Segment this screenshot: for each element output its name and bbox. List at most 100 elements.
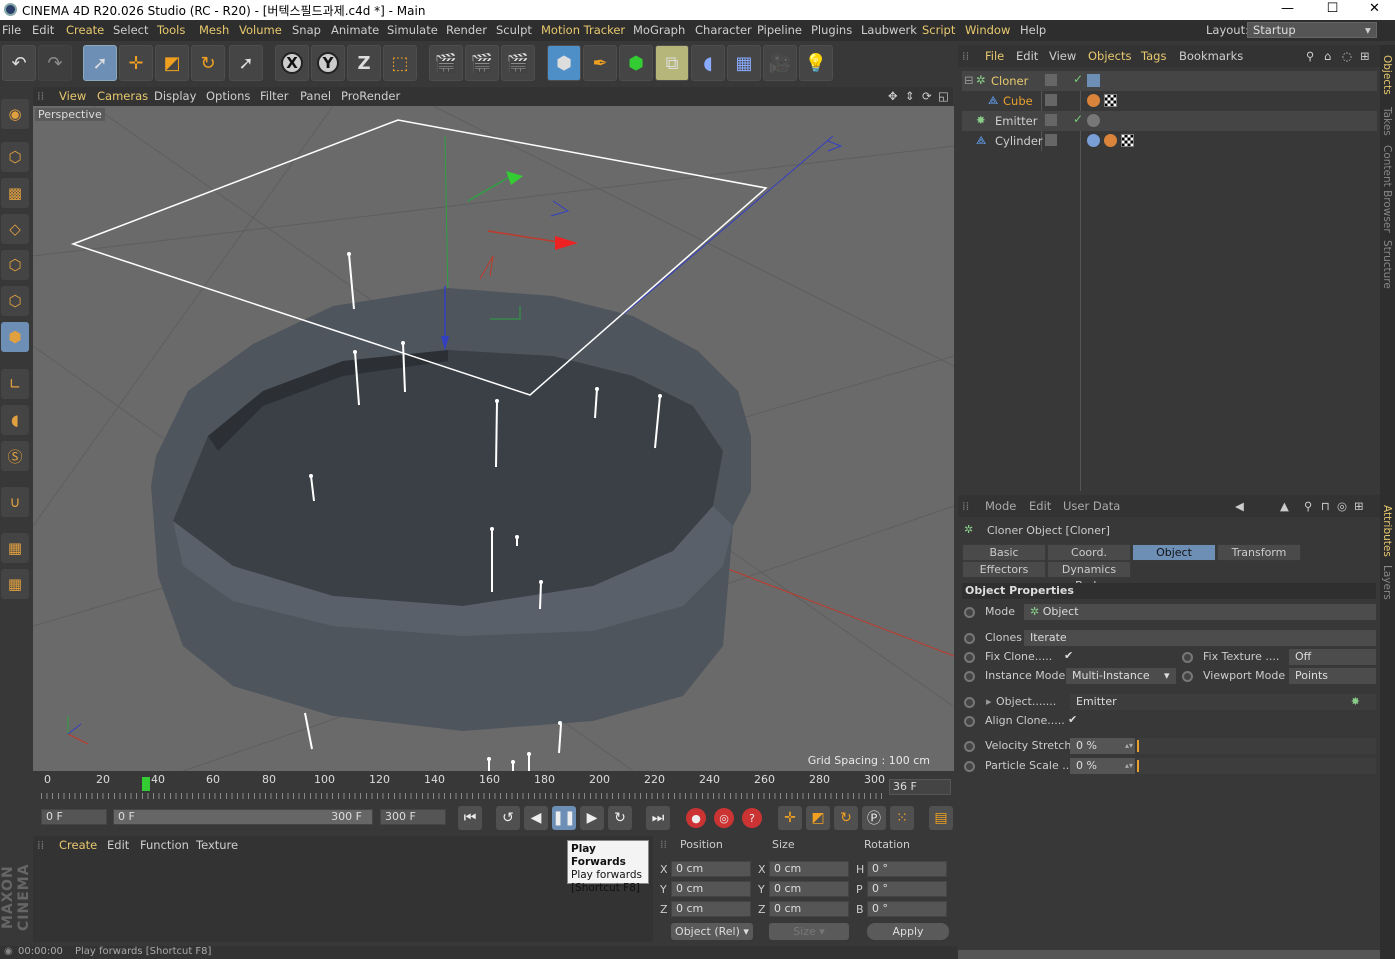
frame-range-slider[interactable]: 0 F 300 F [113, 809, 373, 825]
back-arrow-icon[interactable]: ◀ [1235, 499, 1244, 513]
fix-texture-select[interactable]: Off [1289, 649, 1376, 665]
material-tag-icon[interactable] [1087, 94, 1100, 107]
object-name[interactable]: Cylinder [995, 134, 1043, 148]
subdivision-surface-button[interactable]: ⬢ [619, 45, 653, 81]
snap-button[interactable]: ∪ [1, 487, 29, 517]
material-menu-function[interactable]: Function [140, 838, 189, 852]
attr-menu-mode[interactable]: Mode [985, 499, 1016, 513]
lock-icon[interactable]: ⊓ [1321, 499, 1330, 513]
go-to-end-button[interactable]: ⏭ [646, 806, 670, 830]
object-name[interactable]: Cloner [991, 74, 1028, 88]
rotation-key-button[interactable]: ↻ [834, 806, 858, 830]
tweak-mode-button[interactable]: ◖ [1, 405, 29, 435]
points-mode-button[interactable]: ⬡ [1, 250, 29, 280]
tab-effectors[interactable]: Effectors [962, 561, 1046, 578]
light-button[interactable]: 💡 [799, 45, 833, 81]
expand-arrow-icon[interactable]: ▸ [986, 695, 992, 708]
polygons-mode-button[interactable]: ⬢ [1, 322, 29, 352]
object-name[interactable]: Cube [1003, 94, 1033, 108]
filter-icon[interactable]: ◌ [1342, 49, 1352, 63]
coordinate-mode-select[interactable]: Object (Rel) ▾ [671, 923, 753, 940]
menu-tools[interactable]: Tools [157, 23, 185, 37]
search-icon[interactable]: ⚲ [1306, 49, 1314, 63]
fix-texture-animate-radio[interactable] [1182, 652, 1193, 663]
object-row-cylinder[interactable]: ⟁ Cylinder [962, 131, 1377, 151]
up-arrow-icon[interactable]: ▲ [1280, 499, 1289, 513]
tab-transform[interactable]: Transform [1217, 544, 1301, 561]
render-view-button[interactable]: 🎬 [429, 45, 463, 81]
slider-handle[interactable] [1137, 760, 1139, 772]
viewport-move-icon[interactable]: ✥ [888, 89, 898, 103]
velocity-stretch-slider[interactable] [1137, 738, 1376, 754]
axis-mode-button[interactable]: ∟ [1, 369, 29, 399]
particle-scale-slider[interactable] [1137, 758, 1376, 774]
position-key-button[interactable]: ✛ [778, 806, 802, 830]
camera-button[interactable]: 🎥 [763, 45, 797, 81]
clones-select[interactable]: Iterate [1024, 630, 1376, 646]
menu-sculpt[interactable]: Sculpt [496, 23, 532, 37]
visibility-check-icon[interactable]: ✓ [1073, 112, 1083, 126]
object-menu-bookmarks[interactable]: Bookmarks [1179, 49, 1243, 63]
x-axis-lock-button[interactable]: X [275, 45, 309, 81]
move-tool-button[interactable]: ✛ [119, 45, 153, 81]
particle-scale-field[interactable]: 0 % ▴▾ [1070, 758, 1135, 774]
menu-create[interactable]: Create [66, 23, 104, 37]
velocity-stretch-field[interactable]: 0 % ▴▾ [1070, 738, 1135, 754]
horizontal-scrollbar[interactable] [958, 950, 1380, 959]
apply-button[interactable]: Apply [867, 923, 949, 940]
spline-pen-button[interactable]: ✒ [583, 45, 617, 81]
edges-mode-button[interactable]: ⬡ [1, 286, 29, 316]
current-frame-field[interactable]: 36 F [889, 779, 951, 795]
menu-edit[interactable]: Edit [32, 23, 54, 37]
scale-key-button[interactable]: ◩ [806, 806, 830, 830]
menu-window[interactable]: Window [965, 23, 1010, 37]
viewport-menu-display[interactable]: Display [154, 89, 196, 103]
pos-x-field[interactable]: 0 cm [671, 861, 751, 877]
texture-mode-button[interactable]: ▩ [1, 178, 29, 208]
material-list-area[interactable] [33, 854, 653, 942]
align-clone-animate-radio[interactable] [964, 716, 975, 727]
size-mode-select[interactable]: Size ▾ [769, 923, 849, 940]
menu-snap[interactable]: Snap [292, 23, 321, 37]
previous-frame-button[interactable]: ◀ [524, 806, 548, 830]
tag-icon[interactable] [1087, 114, 1100, 127]
menu-file[interactable]: File [2, 23, 21, 37]
side-tab-structure[interactable]: Structure [1381, 240, 1393, 289]
viewport-menu-prorender[interactable]: ProRender [341, 89, 400, 103]
side-tab-takes[interactable]: Takes [1381, 107, 1393, 136]
object-menu-tags[interactable]: Tags [1141, 49, 1166, 63]
menu-pipeline[interactable]: Pipeline [757, 23, 802, 37]
minimize-button[interactable]: — [1265, 0, 1310, 20]
menu-help[interactable]: Help [1020, 23, 1046, 37]
texture-tag-icon[interactable] [1121, 134, 1134, 147]
viewport-menu-filter[interactable]: Filter [260, 89, 288, 103]
move-gizmo[interactable] [441, 140, 843, 351]
mode-animate-radio[interactable] [964, 607, 975, 618]
attr-menu-edit[interactable]: Edit [1029, 499, 1051, 513]
menu-simulate[interactable]: Simulate [387, 23, 438, 37]
timeline-ruler[interactable]: 0 20 40 60 80 100 120 140 160 180 200 22… [33, 771, 954, 803]
side-tab-content-browser[interactable]: Content Browser [1381, 145, 1393, 233]
y-axis-lock-button[interactable]: Y [311, 45, 345, 81]
menu-animate[interactable]: Animate [331, 23, 379, 37]
perspective-viewport[interactable]: Perspective Grid Spacing : 100 cm [33, 106, 954, 771]
viewport-menu-options[interactable]: Options [206, 89, 250, 103]
align-clone-checkbox[interactable]: ✔ [1068, 713, 1077, 726]
layer-swatch[interactable] [1045, 94, 1057, 106]
menu-select[interactable]: Select [113, 23, 148, 37]
menu-render[interactable]: Render [446, 23, 487, 37]
fix-clone-animate-radio[interactable] [964, 652, 975, 663]
end-frame-field[interactable]: 300 F [380, 809, 446, 825]
layout-select[interactable]: Startup ▾ [1247, 22, 1377, 38]
new-panel-icon[interactable]: ⊞ [1360, 49, 1370, 63]
tab-dynamics-body[interactable]: Dynamics Body [1047, 561, 1131, 592]
stepper-icon[interactable]: ▴▾ [1125, 738, 1133, 753]
size-z-field[interactable]: 0 cm [769, 901, 849, 917]
visibility-check-icon[interactable]: ✓ [1073, 72, 1083, 86]
tag-icon[interactable] [1087, 74, 1100, 87]
lock-workplane-button[interactable]: ▦ [1, 533, 29, 563]
material-tag-icon[interactable] [1104, 134, 1117, 147]
rotate-tool-button[interactable]: ↻ [191, 45, 225, 81]
viewport-mode-select[interactable]: Points [1289, 668, 1376, 684]
instance-mode-select[interactable]: Multi-Instance ▾ [1066, 668, 1176, 684]
